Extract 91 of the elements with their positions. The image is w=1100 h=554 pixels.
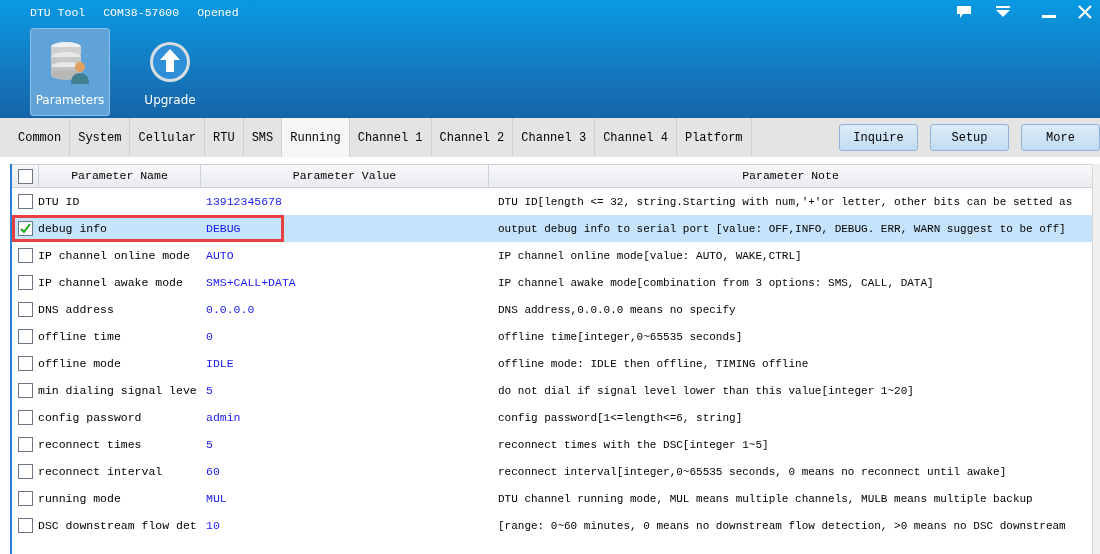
- table-row[interactable]: reconnect interval 60 reconnect interval[integer,0~65535 seconds, 0 means no reconnect until awake]: [12, 458, 1092, 485]
- parameter-value: SMS+CALL+DATA: [206, 275, 296, 289]
- parameter-name: min dialing signal leve: [38, 383, 197, 397]
- parameter-name: DSC downstream flow det: [38, 518, 197, 532]
- parameter-value: 0.0.0.0: [206, 302, 255, 316]
- tab[interactable]: Common: [10, 118, 71, 157]
- row-checkbox[interactable]: [17, 464, 33, 479]
- row-checkbox[interactable]: [17, 194, 33, 209]
- tab[interactable]: Channel 3: [513, 118, 596, 157]
- parameter-name: DTU ID: [38, 194, 80, 208]
- chat-icon[interactable]: [956, 5, 972, 19]
- table-row[interactable]: IP channel awake mode SMS+CALL+DATA IP channel awake mode[combination from 3 options: SMS, CALL, DATA]: [12, 269, 1092, 296]
- table-row[interactable]: min dialing signal leve 5 do not dial if signal level lower than this value[integer 1~20]: [12, 377, 1092, 404]
- table-row[interactable]: offline mode IDLE offline mode: IDLE then offline, TIMING offline: [12, 350, 1092, 377]
- table-row[interactable]: running mode MUL DTU channel running mode, MUL means multiple channels, MULB means multiple backup: [12, 485, 1092, 512]
- parameter-value: IDLE: [206, 356, 234, 370]
- parameter-value: 5: [206, 437, 213, 451]
- select-all-checkbox[interactable]: [17, 168, 33, 184]
- close-icon[interactable]: [1078, 5, 1092, 19]
- tab[interactable]: Running: [282, 118, 350, 157]
- parameter-note: [range: 0~60 minutes, 0 means no downstream flow detection, >0 means no DSC downstream: [498, 519, 1066, 532]
- parameter-note: config password[1<=length<=6, string]: [498, 411, 743, 424]
- tab[interactable]: Channel 2: [431, 118, 514, 157]
- toolbar-button[interactable]: Upgrade: [130, 28, 210, 117]
- table-row[interactable]: config password admin config password[1<=length<=6, string]: [12, 404, 1092, 431]
- parameter-note: reconnect times with the DSC[integer 1~5]: [498, 438, 769, 451]
- row-checkbox[interactable]: [17, 491, 33, 506]
- tab[interactable]: Cellular: [130, 118, 206, 157]
- row-checkbox[interactable]: [17, 356, 33, 371]
- parameter-note: output debug info to serial port [value: OFF,INFO, DEBUG. ERR, WARN suggest to be off]: [498, 222, 1066, 235]
- tab[interactable]: Platform: [676, 118, 752, 157]
- parameter-name: config password: [38, 410, 142, 424]
- parameter-note: DNS address,0.0.0.0 means no specify: [498, 303, 736, 316]
- row-checkbox[interactable]: [17, 329, 33, 344]
- table-row[interactable]: offline time 0 offline time[integer,0~65535 seconds]: [12, 323, 1092, 350]
- parameter-note: offline time[integer,0~65535 seconds]: [498, 330, 743, 343]
- parameter-value: 10: [206, 518, 220, 532]
- row-checkbox[interactable]: [17, 410, 33, 425]
- row-checkbox[interactable]: [17, 437, 33, 452]
- parameter-value: AUTO: [206, 248, 234, 262]
- table-row[interactable]: debug info DEBUG output debug info to serial port [value: OFF,INFO, DEBUG. ERR, WARN suggest to be off]: [12, 215, 1092, 242]
- parameter-note: DTU channel running mode, MUL means multiple channels, MULB means multiple backup: [498, 492, 1033, 505]
- parameter-note: IP channel online mode[value: AUTO, WAKE,CTRL]: [498, 249, 802, 262]
- parameter-value: 13912345678: [206, 194, 282, 208]
- action-button[interactable]: Setup: [930, 124, 1009, 151]
- row-checkbox[interactable]: [17, 248, 33, 263]
- parameter-note: reconnect interval[integer,0~65535 seconds, 0 means no reconnect until awake]: [498, 465, 1007, 478]
- port-status: Opened: [197, 5, 239, 21]
- parameter-value: 0: [206, 329, 213, 343]
- parameter-name: reconnect times: [38, 437, 142, 451]
- row-checkbox[interactable]: [17, 518, 33, 533]
- table-row[interactable]: IP channel online mode AUTO IP channel online mode[value: AUTO, WAKE,CTRL]: [12, 242, 1092, 269]
- parameter-note: IP channel awake mode[combination from 3 options: SMS, CALL, DATA]: [498, 276, 934, 289]
- parameter-name: offline time: [38, 329, 121, 343]
- table-row[interactable]: DTU ID 13912345678 DTU ID[length <= 32, string.Starting with num,'+'or letter, other bits can be setted as: [12, 188, 1092, 215]
- parameter-name: IP channel awake mode: [38, 275, 183, 289]
- column-header: Parameter Name: [71, 168, 168, 185]
- table-row[interactable]: DNS address 0.0.0.0 DNS address,0.0.0.0 means no specify: [12, 296, 1092, 323]
- tab[interactable]: Channel 1: [349, 118, 432, 157]
- parameter-value: 5: [206, 383, 213, 397]
- parameter-value: DEBUG: [206, 221, 241, 235]
- parameter-name: debug info: [38, 221, 107, 235]
- row-checkbox[interactable]: [17, 221, 33, 236]
- parameter-value: 60: [206, 464, 220, 478]
- parameter-name: DNS address: [38, 302, 114, 316]
- parameter-value: admin: [206, 410, 241, 424]
- row-checkbox[interactable]: [17, 302, 33, 317]
- tab[interactable]: Channel 4: [595, 118, 677, 157]
- table-row[interactable]: reconnect times 5 reconnect times with the DSC[integer 1~5]: [12, 431, 1092, 458]
- port-label: COM38-57600: [103, 5, 180, 21]
- parameter-note: offline mode: IDLE then offline, TIMING offline: [498, 357, 809, 370]
- tab[interactable]: System: [70, 118, 131, 157]
- parameter-name: running mode: [38, 491, 121, 505]
- parameter-note: do not dial if signal level lower than this value[integer 1~20]: [498, 384, 914, 397]
- column-header: Parameter Value: [292, 168, 397, 185]
- parameter-value: MUL: [206, 491, 227, 505]
- parameter-note: DTU ID[length <= 32, string.Starting with num,'+'or letter, other bits can be setted as: [498, 195, 1073, 208]
- action-button[interactable]: Inquire: [839, 124, 918, 151]
- parameter-name: offline mode: [38, 356, 121, 370]
- parameter-name: reconnect interval: [38, 464, 163, 478]
- parameter-name: IP channel online mode: [38, 248, 190, 262]
- dropdown-icon[interactable]: [996, 6, 1010, 18]
- scrollbar[interactable]: [1092, 164, 1100, 554]
- tab[interactable]: RTU: [205, 118, 244, 157]
- window-title: DTU Tool: [30, 5, 86, 21]
- row-checkbox[interactable]: [17, 275, 33, 290]
- table-row[interactable]: DSC downstream flow det 10 [range: 0~60 minutes, 0 means no downstream flow detection, >0 means no DSC downstream: [12, 512, 1092, 539]
- database-user-icon: [48, 39, 92, 86]
- row-checkbox[interactable]: [17, 383, 33, 398]
- action-button[interactable]: More: [1021, 124, 1100, 151]
- column-header: Parameter Note: [742, 168, 839, 185]
